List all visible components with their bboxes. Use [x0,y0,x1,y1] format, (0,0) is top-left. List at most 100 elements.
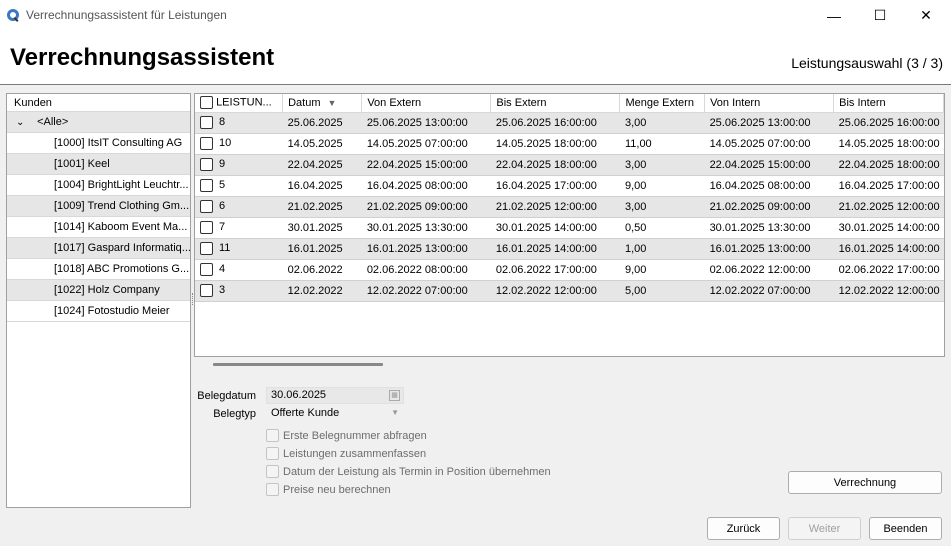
table-row[interactable]: 8 25.06.2025 25.06.2025 13:00:00 25.06.2025… [195,112,944,134]
erste-belegnummer-checkbox[interactable] [266,429,279,442]
row-checkbox[interactable] [200,137,213,150]
table-row[interactable]: 10 14.05.2025 14.05.2025 07:00:00 14.05.202… [195,133,944,155]
row-checkbox[interactable] [200,242,213,255]
table-cell: 21.02.2025 12:00:00 [833,196,944,218]
table-cell: 12.02.2022 [282,280,362,302]
option-datum-als-termin[interactable]: Datum der Leistung als Termin in Positio… [266,465,551,478]
table-cell: 30.01.2025 13:30:00 [704,217,834,239]
belegtyp-select[interactable]: Offerte Kunde ▼ [266,405,404,422]
maximize-button[interactable]: ☐ [857,0,903,31]
customer-item[interactable]: [1018] ABC Promotions G... [7,259,190,280]
row-select-cell[interactable]: 8 [195,112,283,134]
leistung-id: 10 [219,137,232,150]
row-select-cell[interactable]: 9 [195,154,283,176]
column-header-bis-extern[interactable]: Bis Extern [490,94,621,113]
table-cell: 30.01.2025 13:30:00 [361,217,491,239]
customer-item[interactable]: [1022] Holz Company [7,280,190,301]
leistung-id: 8 [219,116,226,129]
select-all-checkbox[interactable] [200,96,213,110]
customer-tree-header: Kunden [7,94,190,112]
table-cell: 14.05.2025 07:00:00 [361,133,491,155]
row-checkbox[interactable] [200,263,213,276]
minimize-button[interactable]: — [811,0,857,31]
table-row[interactable]: 6 21.02.2025 21.02.2025 09:00:00 21.02.2025… [195,196,944,218]
customer-item[interactable]: [1014] Kaboom Event Ma... [7,217,190,238]
window-title: Verrechnungsassistent für Leistungen [26,8,227,22]
services-grid[interactable]: LEISTUN... Datum ▼ Von Extern Bis Extern… [194,93,945,357]
customer-item[interactable]: [1024] Fotostudio Meier [7,301,190,322]
chevron-down-icon[interactable]: ⌄ [16,117,28,128]
table-cell: 21.02.2025 12:00:00 [490,196,620,218]
sort-descending-icon: ▼ [327,97,337,108]
customer-tree[interactable]: Kunden ⌄ <Alle> [1000] ItsIT Consulting … [6,93,191,508]
calendar-icon[interactable]: ▦ [389,390,400,401]
finish-button[interactable]: Beenden [869,517,942,540]
option-erste-belegnummer[interactable]: Erste Belegnummer abfragen [266,429,427,442]
option-preise-neu[interactable]: Preise neu berechnen [266,483,391,496]
row-checkbox[interactable] [200,284,213,297]
table-row[interactable]: 7 30.01.2025 30.01.2025 13:30:00 30.01.2025… [195,217,944,239]
table-cell: 14.05.2025 18:00:00 [490,133,620,155]
horizontal-scrollbar[interactable] [213,363,383,366]
customer-item[interactable]: [1000] ItsIT Consulting AG [7,133,190,154]
table-cell: 25.06.2025 [282,112,362,134]
customer-item[interactable]: [1017] Gaspard Informatiq... [7,238,190,259]
datum-termin-checkbox[interactable] [266,465,279,478]
table-row[interactable]: 4 02.06.2022 02.06.2022 08:00:00 02.06.2022… [195,259,944,281]
page-title: Verrechnungsassistent [10,44,275,71]
column-header-menge-extern[interactable]: Menge Extern [619,94,706,113]
table-row[interactable]: 5 16.04.2025 16.04.2025 08:00:00 16.04.2025… [195,175,944,197]
customer-item[interactable]: [1004] BrightLight Leuchtr... [7,175,190,196]
customer-root-label: <Alle> [37,116,69,128]
table-row[interactable]: 3 12.02.2022 12.02.2022 07:00:00 12.02.2022… [195,280,944,302]
next-button[interactable]: Weiter [788,517,861,540]
close-button[interactable]: ✕ [903,0,949,31]
customer-item[interactable]: [1009] Trend Clothing Gm... [7,196,190,217]
verrechnung-button[interactable]: Verrechnung [788,471,942,494]
table-cell: 9,00 [619,175,705,197]
table-cell: 16.01.2025 13:00:00 [704,238,834,260]
back-button[interactable]: Zurück [707,517,780,540]
table-cell: 3,00 [619,196,705,218]
row-checkbox[interactable] [200,116,213,129]
customer-item[interactable]: [1001] Keel [7,154,190,175]
column-header-von-intern[interactable]: Von Intern [704,94,835,113]
table-row[interactable]: 9 22.04.2025 22.04.2025 15:00:00 22.04.2025… [195,154,944,176]
zusammenfassen-checkbox[interactable] [266,447,279,460]
table-cell: 5,00 [619,280,705,302]
table-cell: 25.06.2025 13:00:00 [704,112,834,134]
table-cell: 16.04.2025 08:00:00 [361,175,491,197]
table-cell: 22.04.2025 15:00:00 [361,154,491,176]
table-cell: 21.02.2025 [282,196,362,218]
row-checkbox[interactable] [200,200,213,213]
row-select-cell[interactable]: 3 [195,280,283,302]
table-cell: 22.04.2025 15:00:00 [704,154,834,176]
row-select-cell[interactable]: 5 [195,175,283,197]
column-header-datum[interactable]: Datum ▼ [282,94,363,113]
option-zusammenfassen[interactable]: Leistungen zusammenfassen [266,447,426,460]
row-select-cell[interactable]: 11 [195,238,283,260]
row-checkbox[interactable] [200,158,213,171]
column-header-select[interactable]: LEISTUN... [195,94,284,113]
table-cell: 25.06.2025 16:00:00 [490,112,620,134]
row-select-cell[interactable]: 6 [195,196,283,218]
table-cell: 14.05.2025 07:00:00 [704,133,834,155]
row-checkbox[interactable] [200,221,213,234]
row-select-cell[interactable]: 10 [195,133,283,155]
row-select-cell[interactable]: 4 [195,259,283,281]
table-cell: 30.01.2025 14:00:00 [490,217,620,239]
table-cell: 22.04.2025 18:00:00 [490,154,620,176]
column-header-von-extern[interactable]: Von Extern [361,94,492,113]
row-checkbox[interactable] [200,179,213,192]
leistung-id: 9 [219,158,226,171]
preise-neu-checkbox[interactable] [266,483,279,496]
chevron-down-icon[interactable]: ▼ [391,408,399,417]
table-cell: 16.01.2025 14:00:00 [833,238,944,260]
title-bar: Verrechnungsassistent für Leistungen — ☐… [0,0,951,31]
belegdatum-field[interactable]: 30.06.2025 ▦ [266,387,404,404]
row-select-cell[interactable]: 7 [195,217,283,239]
column-header-bis-intern[interactable]: Bis Intern [833,94,944,113]
customer-tree-root[interactable]: ⌄ <Alle> [7,112,190,133]
table-cell: 0,50 [619,217,705,239]
table-row[interactable]: 11 16.01.2025 16.01.2025 13:00:00 16.01.202… [195,238,944,260]
